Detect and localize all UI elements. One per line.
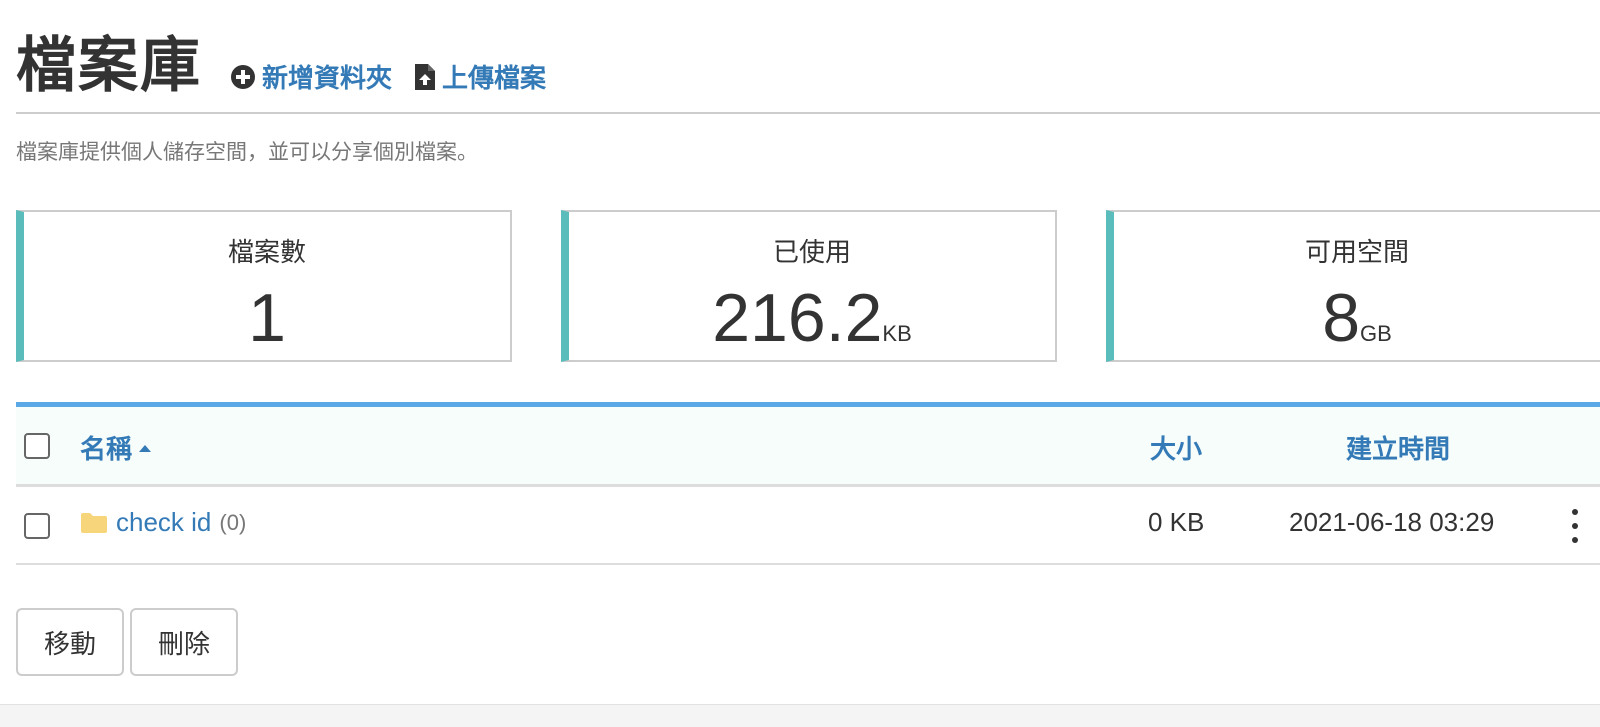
column-header-created[interactable]: 建立時間 xyxy=(1346,429,1450,466)
row-name-cell: check id (0) xyxy=(80,507,246,538)
stat-value: 1 xyxy=(248,280,286,356)
column-header-size[interactable]: 大小 xyxy=(1150,429,1202,466)
menu-dot xyxy=(1572,523,1578,529)
stat-label: 可用空間 xyxy=(1304,238,1409,268)
file-table: 名稱 大小 建立時間 check id (0) 0 KB 2021-06-18 … xyxy=(16,402,1600,565)
menu-dot xyxy=(1572,537,1578,543)
page-title: 檔案庫 xyxy=(16,31,202,101)
column-header-name[interactable]: 名稱 xyxy=(80,429,152,466)
stat-card-used: 已使用 216.2KB xyxy=(561,210,1057,362)
sort-ascending-icon xyxy=(139,444,152,452)
page-description: 檔案庫提供個人儲存空間，並可以分享個別檔案。 xyxy=(16,140,478,164)
new-folder-label: 新增資料夾 xyxy=(262,64,393,94)
delete-button[interactable]: 刪除 xyxy=(130,608,238,676)
new-folder-link[interactable]: 新增資料夾 xyxy=(230,58,392,95)
select-all-checkbox[interactable] xyxy=(24,433,50,459)
footer-strip xyxy=(0,704,1600,727)
stat-value: 8 xyxy=(1322,280,1361,356)
menu-dot xyxy=(1572,509,1578,515)
header-actions: 新增資料夾 上傳檔案 xyxy=(230,58,546,95)
folder-item-count: (0) xyxy=(219,509,247,535)
stat-value-row: 1 xyxy=(24,278,510,358)
move-button[interactable]: 移動 xyxy=(16,608,124,676)
stat-unit: KB xyxy=(882,321,912,346)
page-header: 檔案庫 新增資料夾 上傳檔案 xyxy=(16,22,1600,114)
upload-file-link[interactable]: 上傳檔案 xyxy=(414,58,546,95)
row-size-cell: 0 KB xyxy=(1148,507,1205,537)
folder-link[interactable]: check id xyxy=(116,507,211,538)
column-name-label: 名稱 xyxy=(80,435,133,465)
plus-circle-icon xyxy=(231,64,255,89)
file-upload-icon xyxy=(415,63,436,90)
stat-card-file-count: 檔案數 1 xyxy=(16,210,512,362)
stat-value-row: 8GB xyxy=(1114,278,1600,358)
row-checkbox[interactable] xyxy=(24,513,50,539)
folder-icon xyxy=(81,512,107,533)
upload-file-label: 上傳檔案 xyxy=(442,64,547,94)
stat-value: 216.2 xyxy=(712,280,883,356)
stat-label: 檔案數 xyxy=(227,238,306,268)
stat-card-available: 可用空間 8GB xyxy=(1106,210,1600,362)
table-row: check id (0) 0 KB 2021-06-18 03:29 xyxy=(16,487,1600,565)
stat-label: 已使用 xyxy=(772,238,851,268)
row-created-cell: 2021-06-18 03:29 xyxy=(1289,507,1495,537)
more-vertical-icon[interactable] xyxy=(1568,509,1582,543)
table-header: 名稱 大小 建立時間 xyxy=(16,407,1600,487)
stat-unit: GB xyxy=(1360,321,1392,346)
stat-value-row: 216.2KB xyxy=(569,278,1055,358)
